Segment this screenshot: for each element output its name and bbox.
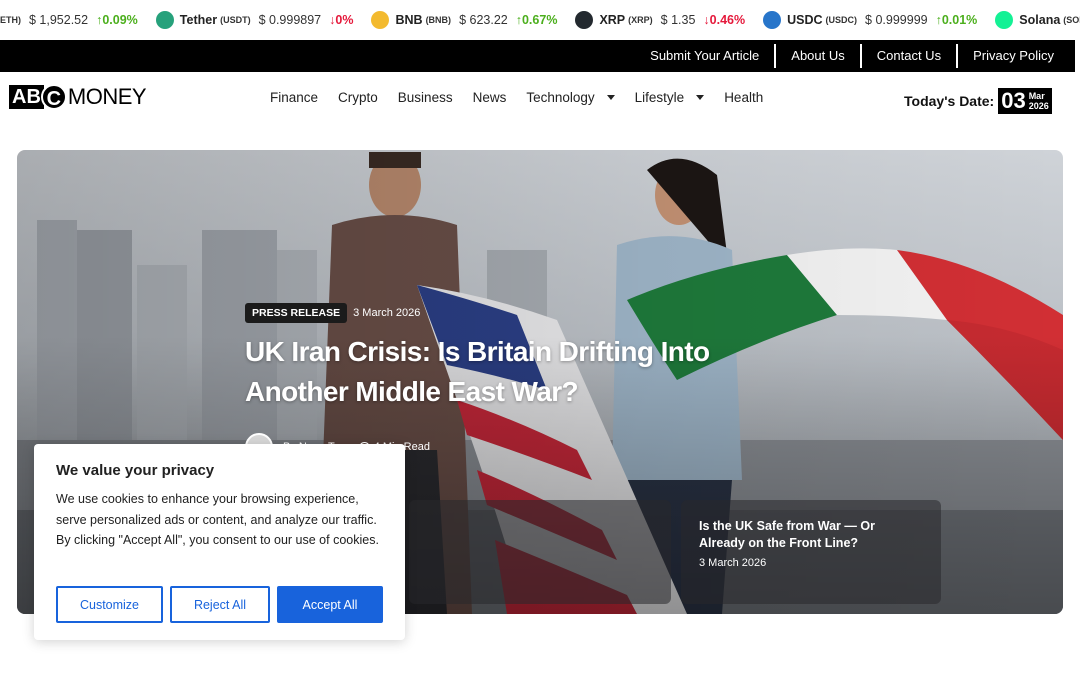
ticker-coin-symbol: (ETH): [0, 15, 21, 25]
chevron-down-icon: [696, 95, 705, 100]
bnb-icon: [371, 11, 390, 29]
ticker-change: 0.46%: [709, 13, 746, 27]
nav-business[interactable]: Business: [398, 90, 453, 105]
ticker-item[interactable]: (ETH) $ 1,952.52 ↑0.09%: [0, 13, 138, 27]
nav-finance-label: Finance: [270, 90, 319, 105]
ticker-coin-symbol: (USDT): [220, 15, 251, 25]
nav-health[interactable]: Health: [724, 90, 763, 105]
date-box: 03 Mar 2026: [998, 88, 1052, 114]
ticker-coin-symbol: (SOL): [1063, 15, 1080, 25]
ticker-coin-symbol: (BNB): [425, 15, 452, 25]
submit-article-link[interactable]: Submit Your Article: [635, 44, 774, 68]
nav-business-label: Business: [397, 90, 453, 105]
nav-news-label: News: [472, 90, 507, 105]
category-badge[interactable]: PRESS RELEASE: [245, 303, 348, 323]
nav-technology-label: Technology: [526, 90, 595, 105]
related-article-card[interactable]: Is the UK Safe from War — Or Already on …: [681, 500, 941, 604]
ticker-change: 0.09%: [102, 13, 138, 27]
ticker-price: $ 1.35: [660, 13, 696, 27]
arrow-down-icon: ↓0.46%: [703, 13, 745, 27]
ticker-coin-name: USDC: [787, 13, 823, 27]
ticker-coin-name: Tether: [179, 13, 218, 27]
usdc-icon: [763, 11, 782, 29]
nav-technology[interactable]: Technology: [526, 90, 615, 105]
date-year: 2026: [1028, 101, 1049, 111]
ticker-item[interactable]: XRP (XRP) $ 1.35 ↓0.46%: [575, 11, 745, 29]
cookie-title: We value your privacy: [56, 462, 215, 479]
ticker-price: $ 1,952.52: [29, 13, 89, 27]
contact-us-link[interactable]: Contact Us: [859, 44, 956, 68]
cookie-buttons: Customize Reject All Accept All: [56, 586, 390, 623]
logo-c: C: [40, 84, 67, 110]
todays-date: Today's Date: 03 Mar 2026: [904, 88, 1052, 114]
todays-date-label: Today's Date:: [904, 93, 995, 109]
solana-icon: [995, 11, 1014, 29]
ticker-change: 0%: [335, 13, 354, 27]
ticker-coin-symbol: (USDC): [825, 15, 858, 25]
nav-finance[interactable]: Finance: [270, 90, 318, 105]
top-utility-bar: Submit Your Article About Us Contact Us …: [0, 40, 1075, 72]
site-logo[interactable]: AB C MONEY: [9, 84, 147, 110]
related-article-date: 3 March 2026: [699, 557, 767, 569]
accept-all-button[interactable]: Accept All: [277, 586, 383, 623]
xrp-icon: [575, 11, 594, 29]
customize-button[interactable]: Customize: [56, 586, 163, 623]
related-article-card[interactable]: [409, 500, 671, 604]
nav-lifestyle[interactable]: Lifestyle: [635, 90, 705, 105]
tether-icon: [155, 11, 174, 29]
ticker-coin-name: Solana: [1019, 13, 1061, 27]
nav-crypto-label: Crypto: [338, 90, 378, 105]
crypto-ticker: (ETH) $ 1,952.52 ↑0.09% Tether(USDT) $ 0.999…: [0, 0, 1080, 38]
arrow-up-icon: ↑0.01%: [936, 13, 978, 27]
reject-all-button[interactable]: Reject All: [170, 586, 270, 623]
ticker-coin-name: BNB: [395, 13, 423, 27]
ticker-price: $ 0.999897: [258, 13, 322, 27]
logo-ab: AB: [9, 85, 44, 109]
nav-lifestyle-label: Lifestyle: [634, 90, 685, 105]
ticker-item[interactable]: Tether (USDT) $ 0.999897 ↓0%: [155, 11, 353, 29]
hero-date: 3 March 2026: [353, 307, 421, 319]
arrow-up-icon: ↑0.67%: [516, 13, 558, 27]
ticker-change: 0.67%: [521, 13, 558, 27]
ticker-item[interactable]: USDC (USDC) $ 0.999999 ↑0.01%: [763, 11, 977, 29]
about-us-link[interactable]: About Us: [774, 44, 859, 68]
logo-money: MONEY: [67, 84, 147, 109]
main-navigation: Finance Crypto Business News Technology …: [260, 90, 773, 105]
ticker-coin-name: XRP: [599, 13, 626, 27]
ticker-item[interactable]: BNB (BNB) $ 623.22 ↑0.67%: [371, 11, 557, 29]
nav-crypto[interactable]: Crypto: [338, 90, 378, 105]
date-month-year: Mar 2026: [1029, 91, 1049, 111]
ticker-price: $ 623.22: [459, 13, 508, 27]
ticker-item[interactable]: Solana(SOL)$ 84.03: [995, 11, 1080, 29]
arrow-down-icon: ↓0%: [329, 13, 353, 27]
related-article-title[interactable]: Is the UK Safe from War — Or Already on …: [699, 518, 923, 552]
hero-meta-top: PRESS RELEASE 3 March 2026: [245, 303, 420, 323]
ticker-price: $ 0.999999: [865, 13, 928, 27]
nav-health-label: Health: [724, 90, 764, 105]
date-month: Mar: [1028, 91, 1045, 101]
hero-title[interactable]: UK Iran Crisis: Is Britain Drifting Into…: [245, 332, 805, 412]
cookie-body: We use cookies to enhance your browsing …: [56, 492, 379, 547]
privacy-policy-link[interactable]: Privacy Policy: [956, 44, 1069, 68]
nav-news[interactable]: News: [473, 90, 507, 105]
date-day: 03: [1001, 88, 1026, 113]
arrow-up-icon: ↑0.09%: [96, 13, 138, 27]
chevron-down-icon: [606, 95, 615, 100]
ticker-change: 0.01%: [941, 13, 978, 27]
cookie-consent-banner: We value your privacy We use cookies to …: [34, 444, 405, 640]
ticker-coin-symbol: (XRP): [628, 15, 653, 25]
